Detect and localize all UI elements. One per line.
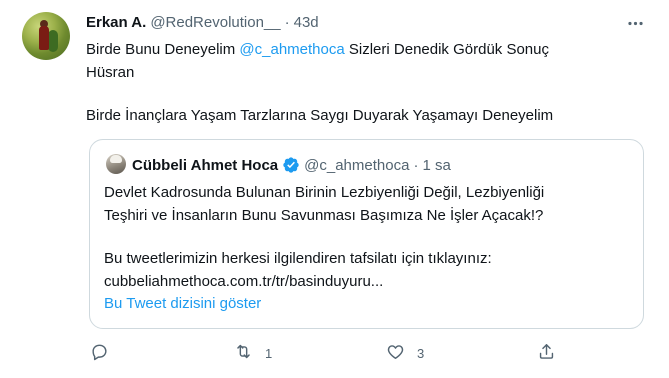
- tweet-card[interactable]: Erkan A. @RedRevolution__ · 43d Birde Bu…: [0, 0, 669, 378]
- share-icon: [537, 342, 556, 364]
- heart-icon: [386, 342, 405, 364]
- retweet-button[interactable]: 1: [234, 340, 272, 366]
- quote-author-avatar: [106, 154, 126, 174]
- quoted-tweet[interactable]: Cübbeli Ahmet Hoca @c_ahmethoca · 1 sa D…: [89, 139, 644, 329]
- verified-badge-icon: [282, 156, 300, 174]
- reply-icon: [90, 342, 109, 364]
- retweet-icon: [234, 342, 253, 364]
- quote-text-line-4: cubbeliahmethoca.com.tr/tr/basinduyuru..…: [104, 273, 384, 290]
- author-avatar[interactable]: [22, 12, 70, 60]
- tweet-header: Erkan A. @RedRevolution__ · 43d: [86, 12, 319, 32]
- share-button[interactable]: [537, 340, 556, 366]
- avatar-turban: [110, 155, 122, 163]
- like-count: 3: [417, 345, 425, 361]
- tweet-text-post: Sizleri Denedik Gördük Sonuç: [344, 41, 549, 58]
- like-button[interactable]: 3: [386, 340, 424, 366]
- quote-text-line-2: Teşhiri ve İnsanların Bunu Savunması Baş…: [104, 207, 544, 224]
- separator-dot: ·: [413, 156, 419, 174]
- tweet-text-line-3: Birde İnançlara Yaşam Tarzlarına Saygı D…: [86, 107, 554, 124]
- tweet-text-line-2: Hüsran: [86, 64, 135, 81]
- quote-text-line-3: Bu tweetlerimizin herkesi ilgilendiren t…: [104, 250, 492, 267]
- show-thread-link[interactable]: Bu Tweet dizisini göster: [104, 295, 261, 312]
- reply-button[interactable]: [90, 340, 121, 366]
- quote-header: Cübbeli Ahmet Hoca @c_ahmethoca · 1 sa: [132, 154, 451, 176]
- quote-time: 1 sa: [422, 156, 451, 174]
- quote-author-handle: @c_ahmethoca: [304, 156, 410, 174]
- tweet-text-pre: Birde Bunu Deneyelim: [86, 41, 240, 58]
- separator-dot: ·: [284, 13, 290, 31]
- retweet-count: 1: [265, 345, 273, 361]
- author-handle[interactable]: @RedRevolution__: [150, 14, 280, 31]
- quote-text-line-1: Devlet Kadrosunda Bulunan Birinin Lezbiy…: [104, 184, 545, 201]
- author-name[interactable]: Erkan A.: [86, 14, 146, 31]
- action-bar: 1 3: [86, 340, 556, 366]
- tweet-time[interactable]: 43d: [294, 14, 319, 31]
- more-icon[interactable]: [624, 12, 646, 34]
- tweet-text-line-1: Birde Bunu Deneyelim @c_ahmethoca Sizler…: [86, 38, 646, 62]
- avatar-plant: [48, 30, 58, 52]
- mention-link[interactable]: @c_ahmethoca: [239, 41, 344, 58]
- avatar-figure: [39, 26, 49, 50]
- quote-author-name: Cübbeli Ahmet Hoca: [132, 156, 279, 174]
